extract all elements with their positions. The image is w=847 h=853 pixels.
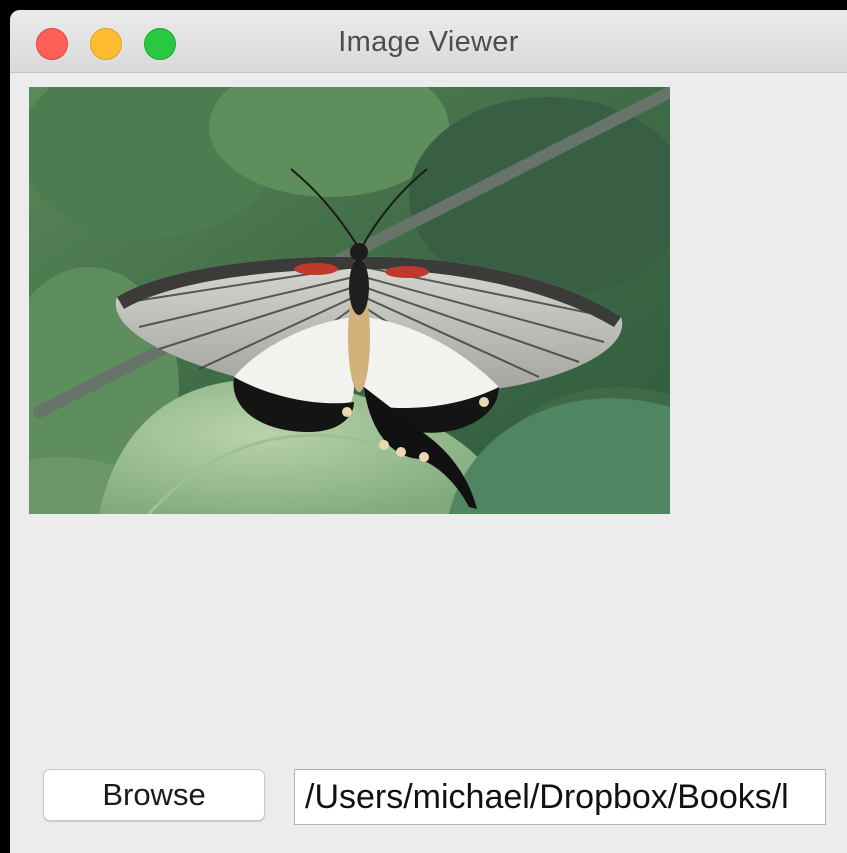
- image-display: [29, 87, 670, 514]
- browse-button[interactable]: Browse: [43, 769, 265, 821]
- file-path-field[interactable]: /Users/michael/Dropbox/Books/l: [294, 769, 826, 825]
- window-title: Image Viewer: [338, 26, 519, 58]
- title-bar[interactable]: Image Viewer: [10, 10, 847, 73]
- butterfly-image: [29, 87, 670, 514]
- app-window: Image Viewer Browse /Users/michael/Dropb…: [10, 10, 847, 853]
